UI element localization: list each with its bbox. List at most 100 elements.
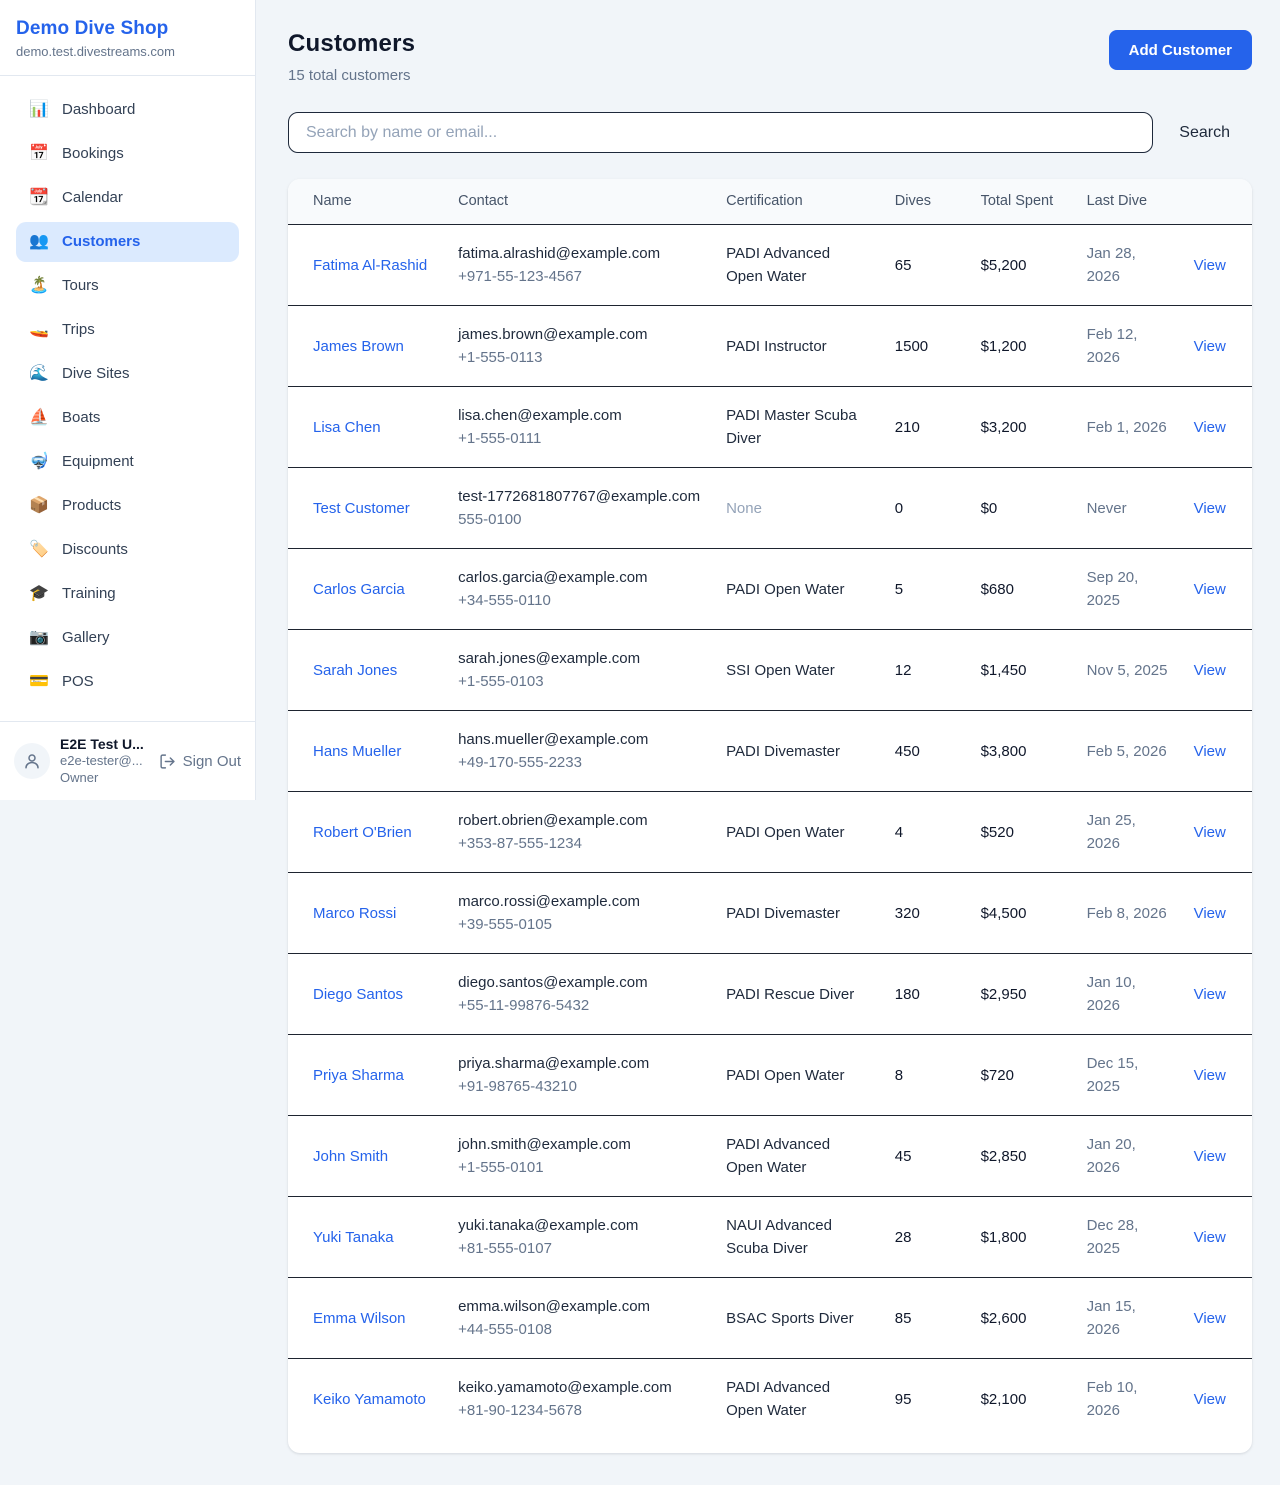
sidebar-item-label: Bookings bbox=[62, 143, 124, 165]
table-row: James Brownjames.brown@example.com+1-555… bbox=[288, 306, 1252, 387]
customer-email: john.smith@example.com bbox=[458, 1133, 702, 1156]
table-row: Sarah Jonessarah.jones@example.com+1-555… bbox=[288, 630, 1252, 711]
page-title: Customers bbox=[288, 30, 415, 58]
view-customer-link[interactable]: View bbox=[1194, 1148, 1226, 1165]
contact-cell: lisa.chen@example.com+1-555-0111 bbox=[446, 387, 714, 468]
view-cell: View bbox=[1182, 1035, 1252, 1116]
name-cell: Robert O'Brien bbox=[288, 792, 446, 873]
total-spent-cell: $1,200 bbox=[969, 306, 1075, 387]
name-cell: Hans Mueller bbox=[288, 711, 446, 792]
certification-cell: None bbox=[714, 468, 883, 549]
sidebar-item-pos[interactable]: 💳POS bbox=[16, 662, 239, 702]
avatar bbox=[14, 743, 50, 779]
name-cell: Test Customer bbox=[288, 468, 446, 549]
customer-name-link[interactable]: Emma Wilson bbox=[313, 1310, 406, 1327]
sign-out-label: Sign Out bbox=[183, 753, 241, 770]
view-customer-link[interactable]: View bbox=[1194, 905, 1226, 922]
view-customer-link[interactable]: View bbox=[1194, 1391, 1226, 1408]
view-customer-link[interactable]: View bbox=[1194, 1067, 1226, 1084]
sidebar-item-equipment[interactable]: 🤿Equipment bbox=[16, 442, 239, 482]
sidebar-item-training[interactable]: 🎓Training bbox=[16, 574, 239, 614]
certification-cell: SSI Open Water bbox=[714, 630, 883, 711]
sidebar-item-label: Calendar bbox=[62, 187, 123, 209]
view-customer-link[interactable]: View bbox=[1194, 743, 1226, 760]
column-header-contact: Contact bbox=[446, 179, 714, 225]
total-spent-cell: $2,600 bbox=[969, 1278, 1075, 1359]
customer-name-link[interactable]: Hans Mueller bbox=[313, 743, 401, 760]
dives-cell: 180 bbox=[883, 954, 969, 1035]
customer-name-link[interactable]: Keiko Yamamoto bbox=[313, 1391, 426, 1408]
total-spent-cell: $4,500 bbox=[969, 873, 1075, 954]
customer-name-link[interactable]: Marco Rossi bbox=[313, 905, 396, 922]
customer-phone: +1-555-0101 bbox=[458, 1156, 702, 1179]
view-customer-link[interactable]: View bbox=[1194, 581, 1226, 598]
sidebar-item-label: Boats bbox=[62, 407, 100, 429]
user-footer: E2E Test U... e2e-tester@... Owner Sign … bbox=[0, 721, 255, 800]
sidebar-item-products[interactable]: 📦Products bbox=[16, 486, 239, 526]
sidebar-item-customers[interactable]: 👥Customers bbox=[16, 222, 239, 262]
sidebar-item-bookings[interactable]: 📅Bookings bbox=[16, 134, 239, 174]
customer-name-link[interactable]: Robert O'Brien bbox=[313, 824, 412, 841]
view-customer-link[interactable]: View bbox=[1194, 1310, 1226, 1327]
last-dive-cell: Jan 28, 2026 bbox=[1075, 225, 1182, 306]
customer-name-link[interactable]: Lisa Chen bbox=[313, 419, 381, 436]
sidebar-item-gallery[interactable]: 📷Gallery bbox=[16, 618, 239, 658]
island-icon: 🏝️ bbox=[29, 275, 49, 297]
sidebar-item-dive-sites[interactable]: 🌊Dive Sites bbox=[16, 354, 239, 394]
customers-table-card: NameContactCertificationDivesTotal Spent… bbox=[288, 179, 1252, 1453]
customer-phone: +1-555-0113 bbox=[458, 346, 702, 369]
sidebar-item-boats[interactable]: ⛵ Boats bbox=[16, 398, 239, 438]
customer-name-link[interactable]: Diego Santos bbox=[313, 986, 403, 1003]
customer-count: 15 total customers bbox=[288, 67, 415, 84]
last-dive-cell: Dec 15, 2025 bbox=[1075, 1035, 1182, 1116]
customer-name-link[interactable]: Fatima Al-Rashid bbox=[313, 257, 427, 274]
view-customer-link[interactable]: View bbox=[1194, 662, 1226, 679]
customer-email: marco.rossi@example.com bbox=[458, 890, 702, 913]
view-customer-link[interactable]: View bbox=[1194, 338, 1226, 355]
view-customer-link[interactable]: View bbox=[1194, 824, 1226, 841]
sidebar-item-label: POS bbox=[62, 671, 94, 693]
table-row: Test Customertest-1772681807767@example.… bbox=[288, 468, 1252, 549]
add-customer-button[interactable]: Add Customer bbox=[1109, 30, 1252, 70]
certification-cell: PADI Open Water bbox=[714, 549, 883, 630]
view-customer-link[interactable]: View bbox=[1194, 1229, 1226, 1246]
last-dive-cell: Feb 8, 2026 bbox=[1075, 873, 1182, 954]
customer-name-link[interactable]: Priya Sharma bbox=[313, 1067, 404, 1084]
contact-cell: robert.obrien@example.com+353-87-555-123… bbox=[446, 792, 714, 873]
view-customer-link[interactable]: View bbox=[1194, 419, 1226, 436]
sidebar-item-trips[interactable]: 🚤 Trips bbox=[16, 310, 239, 350]
customer-name-link[interactable]: Carlos Garcia bbox=[313, 581, 405, 598]
speedboat-icon: 🚤 bbox=[29, 319, 49, 341]
sidebar-item-discounts[interactable]: 🏷️Discounts bbox=[16, 530, 239, 570]
sidebar-item-label: Trips bbox=[62, 319, 95, 341]
customer-phone: +81-90-1234-5678 bbox=[458, 1399, 702, 1422]
sailboat-icon: ⛵ bbox=[29, 407, 49, 429]
name-cell: Sarah Jones bbox=[288, 630, 446, 711]
search-button[interactable]: Search bbox=[1179, 124, 1230, 142]
contact-cell: yuki.tanaka@example.com+81-555-0107 bbox=[446, 1197, 714, 1278]
customer-name-link[interactable]: Sarah Jones bbox=[313, 662, 397, 679]
contact-cell: hans.mueller@example.com+49-170-555-2233 bbox=[446, 711, 714, 792]
page-header: Customers 15 total customers Add Custome… bbox=[288, 30, 1252, 84]
customer-name-link[interactable]: Test Customer bbox=[313, 500, 410, 517]
column-header-actions bbox=[1182, 179, 1252, 225]
customer-name-link[interactable]: Yuki Tanaka bbox=[313, 1229, 394, 1246]
last-dive-cell: Jan 15, 2026 bbox=[1075, 1278, 1182, 1359]
view-customer-link[interactable]: View bbox=[1194, 257, 1226, 274]
customer-email: diego.santos@example.com bbox=[458, 971, 702, 994]
sign-out-button[interactable]: Sign Out bbox=[159, 753, 241, 770]
sidebar-item-calendar[interactable]: 📆Calendar bbox=[16, 178, 239, 218]
view-cell: View bbox=[1182, 1359, 1252, 1440]
dives-cell: 8 bbox=[883, 1035, 969, 1116]
customer-name-link[interactable]: John Smith bbox=[313, 1148, 388, 1165]
user-email: e2e-tester@... bbox=[60, 752, 149, 769]
view-customer-link[interactable]: View bbox=[1194, 500, 1226, 517]
search-input[interactable] bbox=[288, 112, 1153, 153]
sidebar-item-dashboard[interactable]: 📊Dashboard bbox=[16, 90, 239, 130]
view-customer-link[interactable]: View bbox=[1194, 986, 1226, 1003]
customer-name-link[interactable]: James Brown bbox=[313, 338, 404, 355]
customer-phone: +1-555-0103 bbox=[458, 670, 702, 693]
user-role: Owner bbox=[60, 769, 149, 786]
sidebar-item-tours[interactable]: 🏝️Tours bbox=[16, 266, 239, 306]
sidebar-item-label: Equipment bbox=[62, 451, 134, 473]
